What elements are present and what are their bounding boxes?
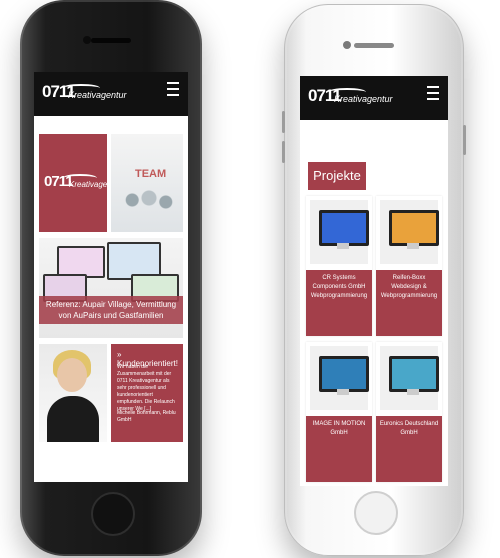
testimonial-photo <box>39 344 107 442</box>
monitor-stand <box>407 389 419 395</box>
reference-tile[interactable]: Referenz: Aupair Village, Vermittlung vo… <box>39 238 183 338</box>
camera-icon <box>83 36 91 44</box>
project-caption: Reifen-Boxx Webdesign & Webprogrammierun… <box>376 270 442 336</box>
brand-logo-sub: Kreativagentur <box>68 90 127 100</box>
monitor-stand <box>407 243 419 249</box>
logo-tile[interactable]: 0711 Kreativagentur <box>39 134 121 232</box>
project-image <box>380 346 439 410</box>
camera-icon <box>343 41 351 49</box>
site-header: 0711 Kreativagentur <box>34 72 188 116</box>
project-name: Reifen-Boxx <box>392 275 426 281</box>
testimonial-author: Michelle Bohrmann, Reblu GmbH <box>117 410 176 423</box>
project-card[interactable]: IMAGE IN MOTION GmbH <box>306 342 372 482</box>
project-name: Euronics Deutschland <box>379 421 439 427</box>
site-header: 0711 Kreativagentur <box>300 76 448 120</box>
speaker-grille <box>91 38 131 43</box>
project-card[interactable]: CR Systems Components GmbH Webprogrammie… <box>306 196 372 336</box>
project-image <box>310 200 369 264</box>
monitor-stand <box>337 389 349 395</box>
project-image <box>310 346 369 410</box>
home-button[interactable] <box>91 492 135 536</box>
project-type: Webdesign & Webprogrammierung <box>380 284 438 299</box>
monitor-icon <box>319 356 369 392</box>
project-type: GmbH <box>400 430 418 436</box>
project-card[interactable]: Reifen-Boxx Webdesign & Webprogrammierun… <box>376 196 442 336</box>
project-type: Webprogrammierung <box>310 293 368 299</box>
right-phone: 0711 Kreativagentur Projekte CR Systems … <box>282 4 466 556</box>
left-phone: 0711 Kreativagentur 0711 Kreativagentur … <box>20 0 202 556</box>
project-caption: CR Systems Components GmbH Webprogrammie… <box>306 270 372 336</box>
power-button <box>463 125 466 155</box>
project-image <box>380 200 439 264</box>
team-photo-tile[interactable]: TEAM <box>111 134 183 232</box>
monitor-icon <box>389 356 439 392</box>
hamburger-menu-icon[interactable] <box>427 86 439 104</box>
home-button[interactable] <box>354 491 398 535</box>
testimonial-card[interactable]: » Kundenorientiert! Wir haben die Zusamm… <box>111 344 183 442</box>
left-phone-screen: 0711 Kreativagentur 0711 Kreativagentur … <box>34 72 188 482</box>
team-label: TEAM <box>135 168 167 180</box>
project-caption: IMAGE IN MOTION GmbH <box>306 416 372 482</box>
team-people-image <box>121 184 177 224</box>
testimonial-body: Wir haben die Zusammenarbeit mit der 071… <box>117 364 175 412</box>
project-type: GmbH <box>330 430 348 436</box>
portrait-body <box>47 396 99 442</box>
monitor-stand <box>337 243 349 249</box>
project-caption: Euronics Deutschland GmbH <box>376 416 442 482</box>
brand-logo-sub: Kreativagentur <box>334 94 393 104</box>
hamburger-menu-icon[interactable] <box>167 82 179 100</box>
right-phone-screen: 0711 Kreativagentur Projekte CR Systems … <box>300 76 448 486</box>
reference-caption: Referenz: Aupair Village, Vermittlung vo… <box>39 296 183 324</box>
monitor-icon <box>319 210 369 246</box>
project-name: IMAGE IN MOTION <box>312 421 366 427</box>
project-name: CR Systems Components GmbH <box>312 275 366 290</box>
portrait-face <box>57 358 87 392</box>
volume-down-button <box>282 141 285 163</box>
project-card[interactable]: Euronics Deutschland GmbH <box>376 342 442 482</box>
section-title: Projekte <box>308 162 366 190</box>
monitor-icon <box>389 210 439 246</box>
speaker-grille <box>354 43 394 48</box>
volume-up-button <box>282 111 285 133</box>
